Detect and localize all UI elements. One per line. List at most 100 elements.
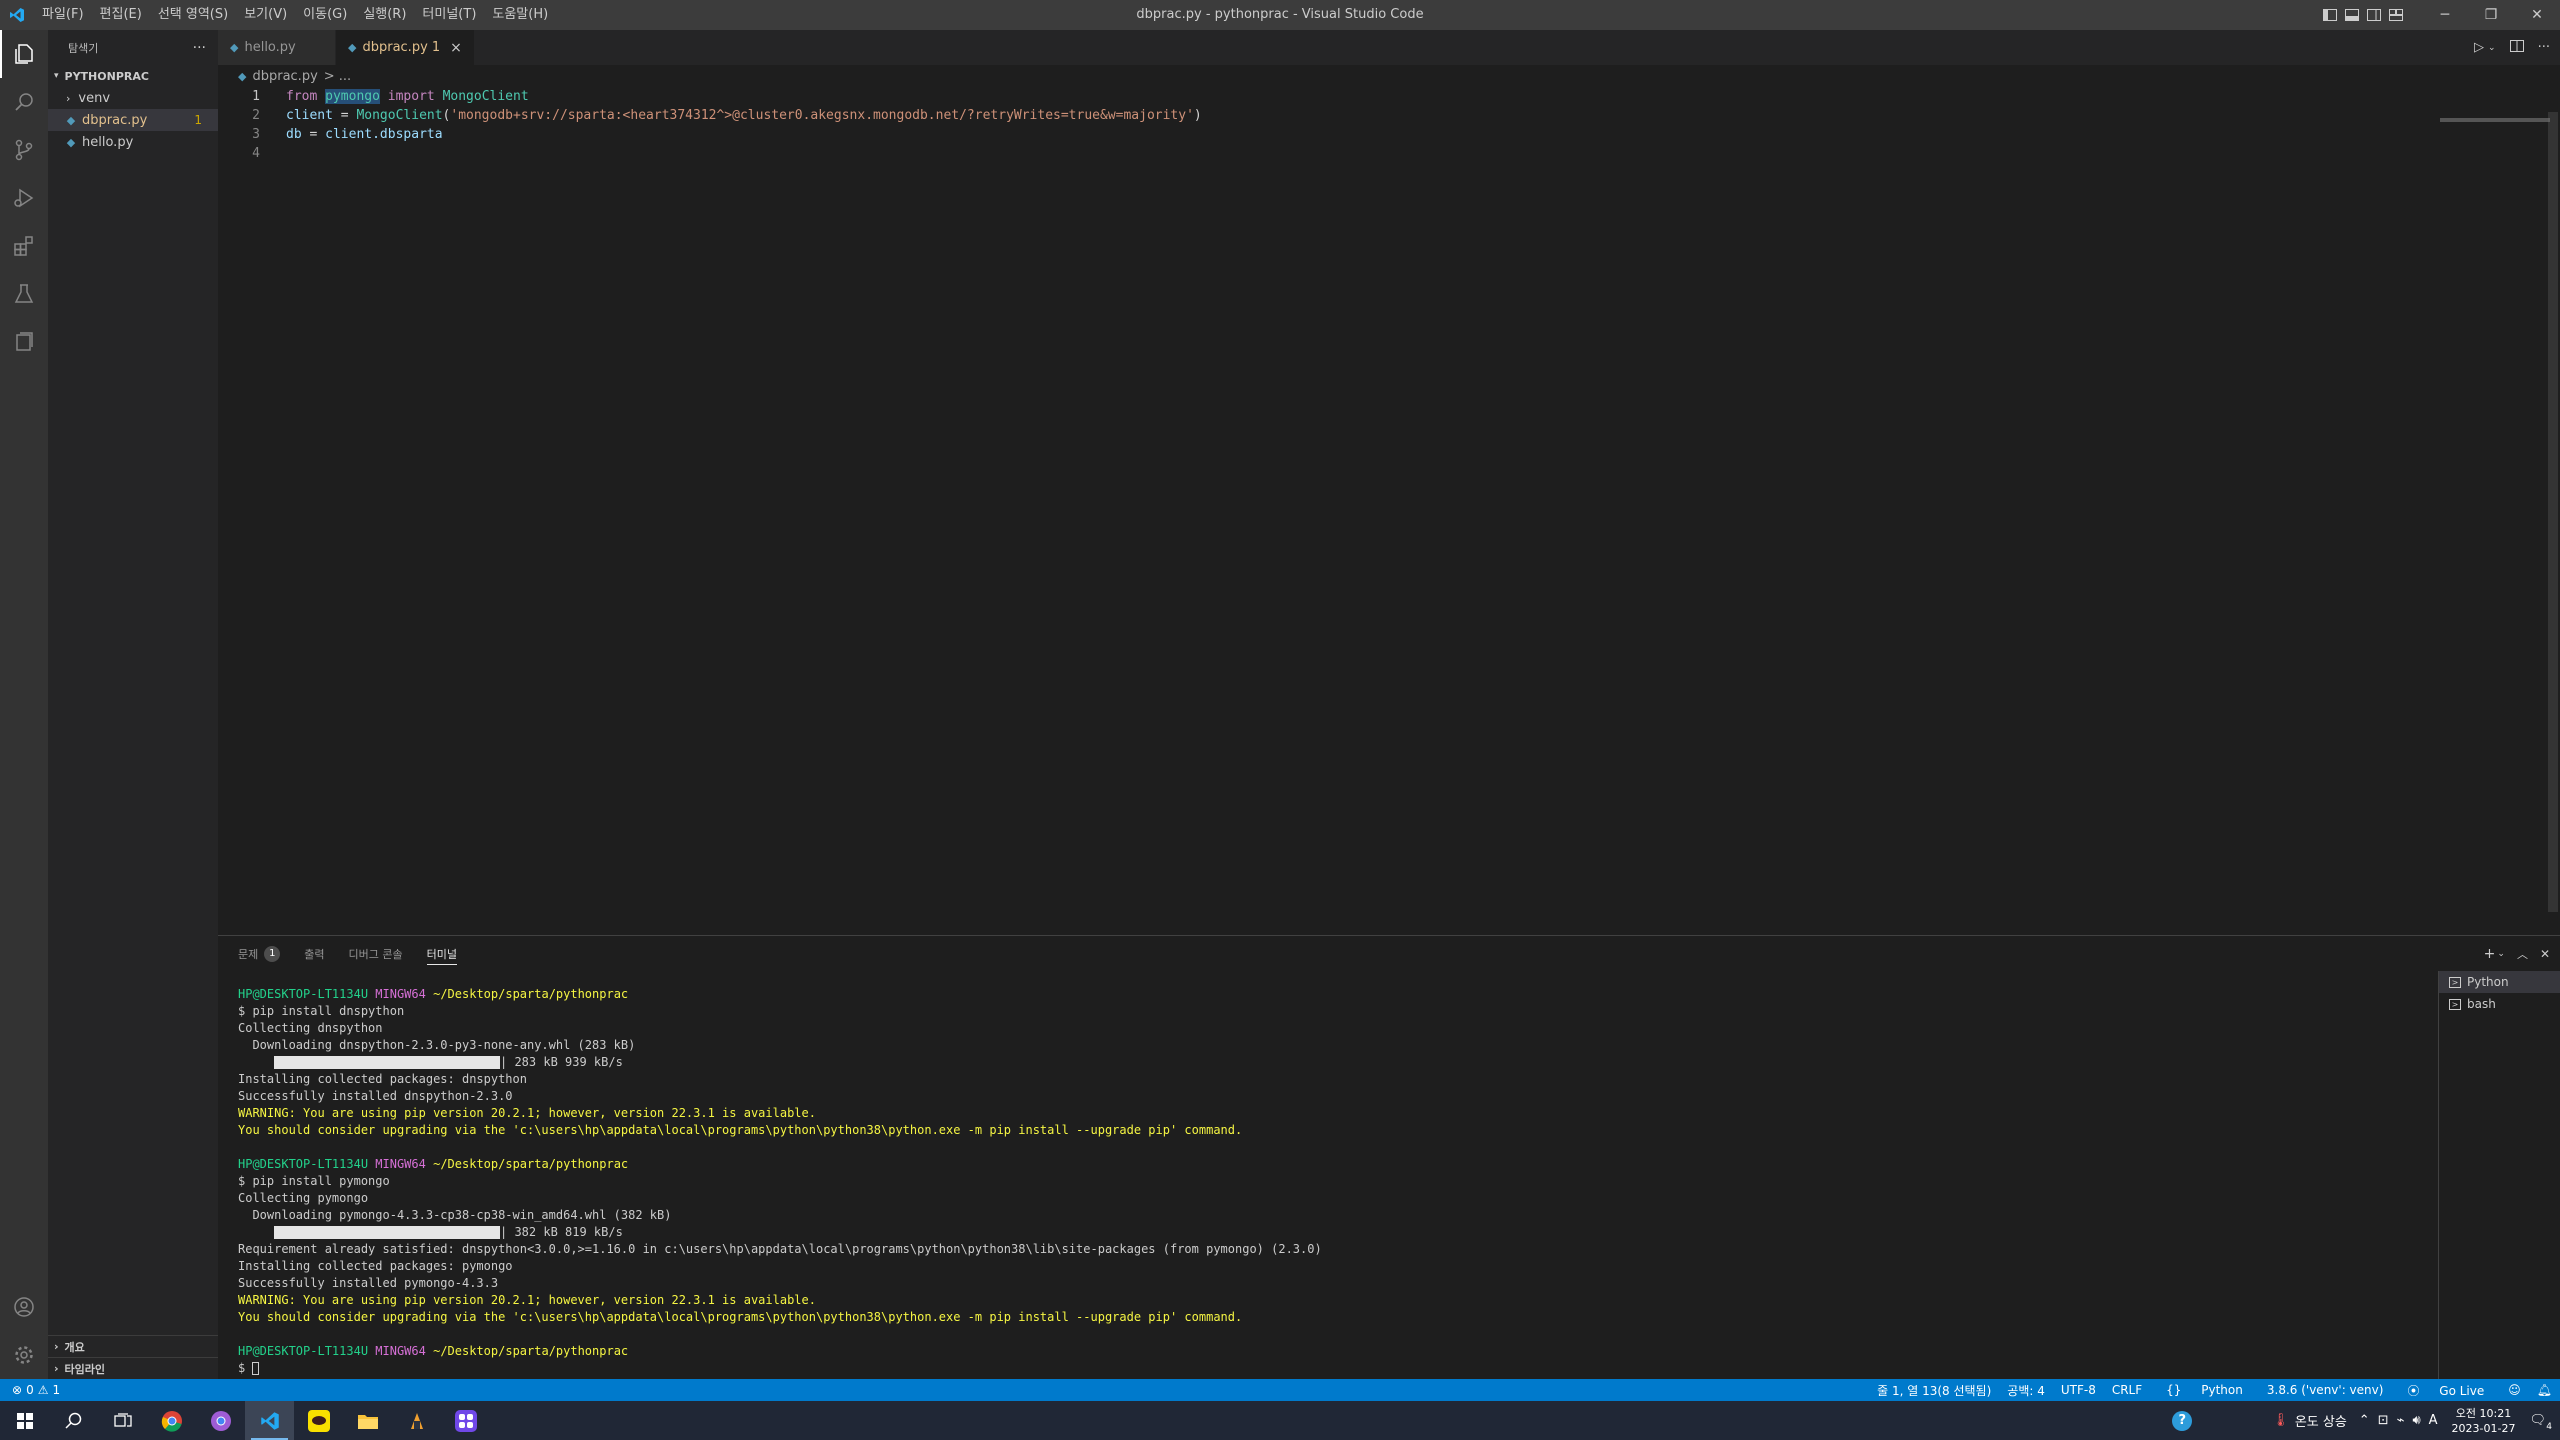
kakaotalk-icon[interactable]: [294, 1401, 343, 1440]
cursor-position[interactable]: 줄 1, 열 13(8 선택됨): [1869, 1382, 1999, 1399]
bottom-panel: 문제 1 출력 디버그 콘솔 터미널 + ⌄ ︿ ✕ HP@DESKTOP-LT1…: [218, 935, 2560, 1380]
clock[interactable]: 오전 10:21 2023-01-27: [2442, 1406, 2526, 1436]
weather-text[interactable]: 온도 상승: [2295, 1411, 2347, 1430]
menu-terminal[interactable]: 터미널(T): [414, 0, 484, 30]
tab-terminal[interactable]: 터미널: [426, 936, 458, 971]
outline-section[interactable]: › 개요: [48, 1335, 218, 1357]
customize-layout-icon[interactable]: [2386, 0, 2406, 30]
search-icon[interactable]: [0, 78, 48, 126]
language-mode[interactable]: {} Python: [2150, 1383, 2259, 1397]
menu-view[interactable]: 보기(V): [236, 0, 295, 30]
volume-icon[interactable]: 🔊︎: [2412, 1413, 2420, 1428]
tree-item-hello[interactable]: ◆ hello.py: [48, 131, 218, 153]
extensions-icon[interactable]: [0, 222, 48, 270]
testing-icon[interactable]: [0, 270, 48, 318]
windows-start-icon[interactable]: [0, 1401, 49, 1440]
tab-debug-console[interactable]: 디버그 콘솔: [349, 936, 403, 971]
python-interpreter[interactable]: 3.8.6 ('venv': venv): [2259, 1383, 2392, 1397]
restore-icon[interactable]: ❐: [2468, 0, 2514, 30]
scrollbar-thumb[interactable]: [2548, 112, 2558, 912]
more-actions-icon[interactable]: ···: [193, 40, 206, 56]
chevron-down-icon[interactable]: ⌄: [2497, 949, 2505, 959]
terminal-item-python[interactable]: > Python: [2439, 971, 2560, 993]
toggle-panel-icon[interactable]: [2342, 0, 2362, 30]
maximize-panel-icon[interactable]: ︿: [2517, 946, 2528, 962]
menu-selection[interactable]: 선택 영역(S): [150, 0, 236, 30]
tab-output[interactable]: 출력: [304, 936, 324, 971]
date: 2023-01-27: [2451, 1421, 2516, 1435]
settings-gear-icon[interactable]: [0, 1331, 48, 1379]
breadcrumb-separator[interactable]: > ...: [324, 69, 351, 84]
minimap[interactable]: [2440, 118, 2550, 122]
status-bar: ⊗ 0 ⚠ 1 줄 1, 열 13(8 선택됨) 공백: 4 UTF-8 CRLF …: [0, 1379, 2560, 1401]
toggle-sidebar-icon[interactable]: [2320, 0, 2340, 30]
toggle-secondary-sidebar-icon[interactable]: [2364, 0, 2384, 30]
notification-icon[interactable]: 🗨︎ 4: [2529, 1413, 2552, 1432]
timeline-section[interactable]: › 타임라인: [48, 1357, 218, 1379]
terminal-output[interactable]: HP@DESKTOP-LT1134U MINGW64 ~/Desktop/spa…: [238, 986, 2438, 1377]
power-icon[interactable]: ⌁: [2397, 1413, 2405, 1428]
warning-icon: ⚠: [37, 1383, 49, 1397]
breadcrumb-file[interactable]: dbprac.py: [252, 69, 317, 84]
terminal-input-line[interactable]: $: [238, 1360, 2438, 1377]
split-editor-icon[interactable]: [2509, 39, 2524, 56]
terminal-prompt: HP@DESKTOP-LT1134U MINGW64 ~/Desktop/spa…: [238, 986, 2438, 1003]
terminal-name: Python: [2467, 975, 2509, 989]
menu-file[interactable]: 파일(F): [34, 0, 92, 30]
run-python-file-icon[interactable]: ▷: [2474, 40, 2484, 55]
menu-edit[interactable]: 편집(E): [92, 0, 150, 30]
tab-label: hello.py: [244, 40, 296, 55]
tab-problems[interactable]: 문제 1: [238, 936, 281, 971]
problems-status[interactable]: ⊗ 0 ⚠ 1: [0, 1383, 60, 1397]
tab-dbprac-py[interactable]: ◆ dbprac.py 1 ×: [336, 30, 475, 65]
close-panel-icon[interactable]: ✕: [2540, 947, 2550, 961]
code-line: 4: [218, 144, 2560, 163]
menu-help[interactable]: 도움말(H): [484, 0, 556, 30]
tray-chevron-icon[interactable]: ⌃: [2359, 1413, 2370, 1428]
bell-icon[interactable]: 🔔︎: [2529, 1383, 2560, 1397]
prompt-path: ~/Desktop/sparta/pythonprac: [433, 1157, 629, 1171]
run-debug-icon[interactable]: [0, 174, 48, 222]
chrome-profile-icon[interactable]: [196, 1401, 245, 1440]
warning-count: 1: [52, 1383, 61, 1397]
workspace-folder[interactable]: ▾ PYTHONPRAC: [48, 65, 218, 87]
chevron-down-icon[interactable]: ⌄: [2488, 43, 2496, 53]
taskbar-search-icon[interactable]: [49, 1401, 98, 1440]
chrome-icon[interactable]: [147, 1401, 196, 1440]
minimize-icon[interactable]: ─: [2422, 0, 2468, 30]
network-icon[interactable]: ⊡: [2378, 1413, 2389, 1428]
app-icon[interactable]: [392, 1401, 441, 1440]
code-editor[interactable]: 1 from pymongo import MongoClient 2 clie…: [218, 87, 2560, 163]
close-window-icon[interactable]: ✕: [2514, 0, 2560, 30]
go-live-button[interactable]: ⦿ Go Live: [2391, 1382, 2500, 1399]
panel-tabs: 문제 1 출력 디버그 콘솔 터미널: [218, 936, 2560, 971]
explorer-title: 탐색기: [68, 41, 99, 55]
vscode-taskbar-icon[interactable]: [245, 1401, 294, 1440]
task-view-icon[interactable]: [98, 1401, 147, 1440]
more-actions-icon[interactable]: ···: [2538, 40, 2550, 55]
terminal-item-bash[interactable]: > bash: [2439, 993, 2560, 1015]
help-tray-icon[interactable]: ?: [2172, 1410, 2193, 1431]
terminal-icon: >: [2449, 998, 2461, 1010]
encoding[interactable]: UTF-8: [2053, 1383, 2104, 1397]
indentation[interactable]: 공백: 4: [1999, 1382, 2053, 1399]
file-explorer-icon[interactable]: [343, 1401, 392, 1440]
feedback-icon[interactable]: ☺: [2500, 1383, 2529, 1397]
tree-item-dbprac[interactable]: ◆ dbprac.py 1: [48, 109, 218, 131]
explorer-icon[interactable]: [0, 30, 48, 78]
operator: =: [301, 127, 326, 142]
editor-scrollbar[interactable]: [2546, 112, 2560, 932]
line-ending[interactable]: CRLF: [2104, 1383, 2150, 1397]
app-grid-icon[interactable]: [441, 1401, 490, 1440]
tab-hello-py[interactable]: ◆ hello.py: [218, 30, 336, 65]
close-tab-icon[interactable]: ×: [450, 40, 462, 56]
menu-go[interactable]: 이동(G): [295, 0, 355, 30]
tree-item-venv[interactable]: › venv: [48, 87, 218, 109]
source-control-icon[interactable]: [0, 126, 48, 174]
breadcrumb: ◆ dbprac.py > ...: [218, 65, 2560, 87]
ime-indicator[interactable]: A: [2429, 1413, 2438, 1428]
new-terminal-icon[interactable]: +: [2484, 946, 2496, 962]
remote-explorer-icon[interactable]: [0, 318, 48, 366]
menu-run[interactable]: 실행(R): [355, 0, 414, 30]
account-icon[interactable]: [0, 1283, 48, 1331]
